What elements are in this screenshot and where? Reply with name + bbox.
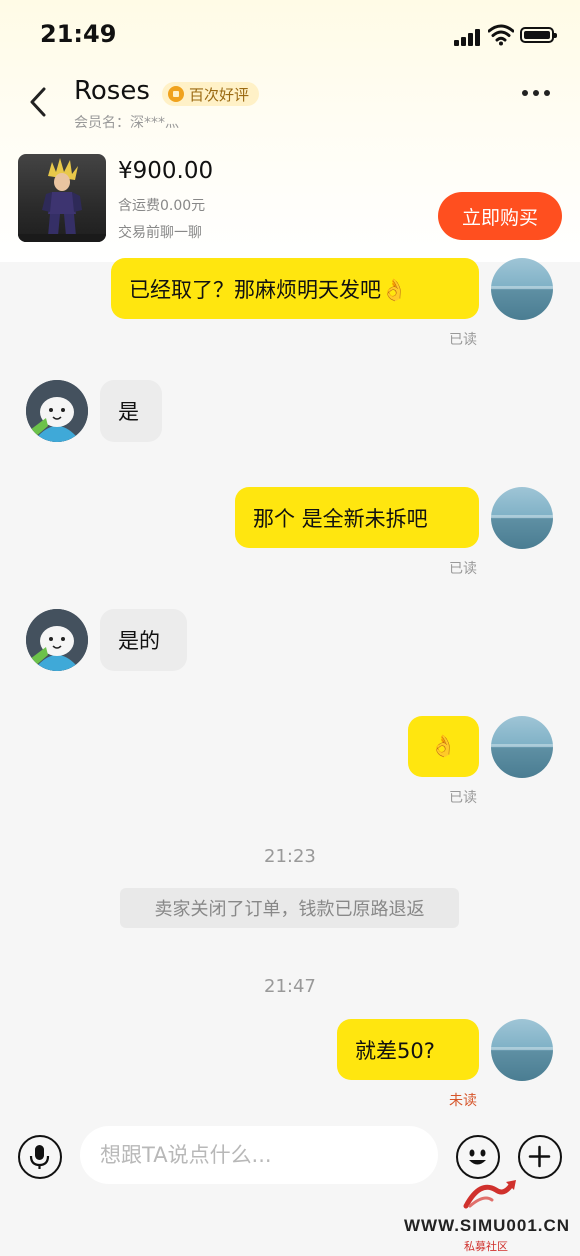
figure-illustration — [18, 158, 106, 242]
message-bubble[interactable]: 就差50? — [337, 1019, 479, 1080]
wifi-icon — [488, 24, 514, 46]
plus-icon[interactable] — [518, 1135, 562, 1179]
my-avatar[interactable] — [491, 716, 553, 778]
message-bubble[interactable]: 是 — [100, 380, 162, 442]
timestamp: 21:23 — [264, 846, 316, 867]
read-status: 已读 — [449, 332, 477, 348]
cartoon-avatar-icon — [26, 380, 88, 442]
watermark-url: WWW.SIMU001.CN — [404, 1216, 571, 1235]
back-icon[interactable] — [22, 84, 58, 120]
smiley-icon[interactable] — [456, 1135, 500, 1179]
read-status: 已读 — [449, 790, 477, 806]
read-status: 已读 — [449, 561, 477, 577]
message-bubble[interactable]: 已经取了？那麻烦明天发吧👌 — [111, 258, 479, 319]
product-price: ¥900.00 — [118, 158, 214, 184]
buy-now-button[interactable]: 立即购买 — [438, 192, 562, 240]
status-bar: 21:49 — [0, 0, 580, 70]
member-name: 会员名：深***灬 — [74, 115, 179, 131]
seller-avatar[interactable] — [26, 380, 88, 442]
badge-label: 百次好评 — [189, 85, 250, 104]
system-message: 卖家关闭了订单，钱款已原路退返 — [120, 888, 459, 928]
cartoon-avatar-icon — [26, 609, 88, 671]
watermark: WWW.SIMU001.CN 私募社区 — [400, 1176, 580, 1256]
message-bubble[interactable]: 那个 是全新未拆吧 — [235, 487, 479, 548]
more-dots-icon[interactable] — [522, 90, 550, 96]
chat-title: Roses — [74, 76, 150, 106]
rating-badge: 百次好评 — [162, 82, 260, 106]
product-image[interactable] — [18, 154, 106, 242]
seller-avatar[interactable] — [26, 609, 88, 671]
message-input[interactable] — [80, 1126, 438, 1184]
my-avatar[interactable] — [491, 487, 553, 549]
message-bubble[interactable]: 是的 — [100, 609, 187, 671]
header-area: 21:49 Roses 百次好评 会员名：深***灬 ¥900.00 含运费0.… — [0, 0, 580, 262]
battery-icon — [520, 27, 557, 43]
shipping-info: 含运费0.00元 — [118, 198, 206, 214]
microphone-icon[interactable] — [18, 1135, 62, 1179]
message-bubble[interactable]: 👌 — [408, 716, 479, 777]
status-time: 21:49 — [40, 20, 117, 48]
watermark-subtitle: 私募社区 — [464, 1240, 508, 1253]
chat-first-note: 交易前聊一聊 — [118, 225, 202, 241]
signal-icon — [454, 28, 484, 46]
badge-icon — [168, 86, 184, 102]
timestamp: 21:47 — [264, 976, 316, 997]
my-avatar[interactable] — [491, 258, 553, 320]
watermark-logo-icon — [463, 1180, 516, 1209]
my-avatar[interactable] — [491, 1019, 553, 1081]
unread-status: 未读 — [449, 1093, 477, 1109]
